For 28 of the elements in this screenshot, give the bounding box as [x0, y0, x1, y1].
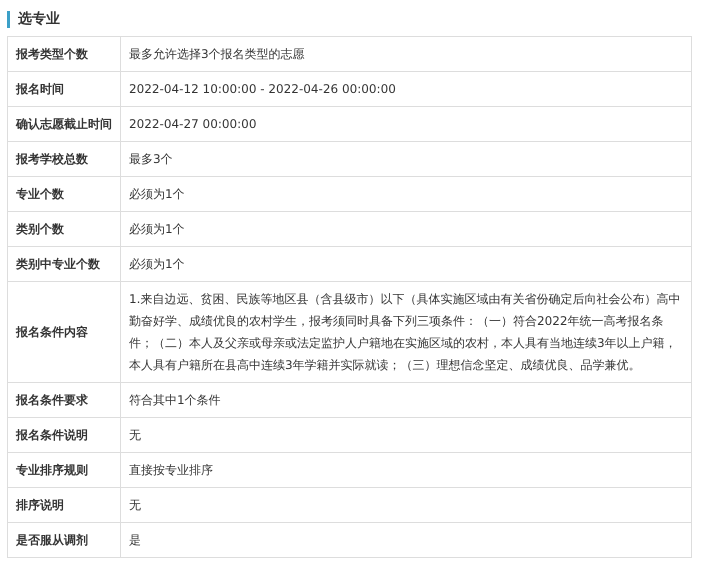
field-label: 报考类型个数 — [8, 36, 120, 72]
field-label: 报名条件要求 — [8, 382, 120, 418]
field-value: 2022-04-12 10:00:00 - 2022-04-26 00:00:00 — [120, 72, 692, 106]
field-label: 类别中专业个数 — [8, 246, 120, 282]
field-label: 是否服从调剂 — [8, 522, 120, 558]
field-label: 报考学校总数 — [8, 142, 120, 176]
section-title: 选专业 — [18, 10, 60, 29]
field-value: 符合其中1个条件 — [120, 382, 692, 418]
field-value: 是 — [120, 522, 692, 558]
field-value: 最多3个 — [120, 142, 692, 176]
field-label: 报名条件说明 — [8, 418, 120, 452]
field-label: 专业个数 — [8, 176, 120, 212]
field-label: 确认志愿截止时间 — [8, 106, 120, 142]
field-value: 无 — [120, 488, 692, 522]
field-value: 2022-04-27 00:00:00 — [120, 106, 692, 142]
field-label: 类别个数 — [8, 212, 120, 246]
field-value: 必须为1个 — [120, 212, 692, 246]
field-value: 1.来自边远、贫困、民族等地区县（含县级市）以下（具体实施区域由有关省份确定后向社会公布）高中勤奋好学、成绩优良的农村学生，报考须同时具备下列三项条件：（一）符合2022年统一高考报名条件；（二）本人及父亲或母亲或法定监护人户籍地在实施区域的农村，本人具有当地连续3年以上户籍，本人具有户籍所在县高中连续3年学籍并实际就读；（三）理想信念坚定、成绩优良、品学兼优。 — [120, 282, 692, 382]
field-value: 无 — [120, 418, 692, 452]
field-label: 排序说明 — [8, 488, 120, 522]
field-value: 必须为1个 — [120, 246, 692, 282]
field-label: 报名条件内容 — [8, 282, 120, 382]
field-label: 专业排序规则 — [8, 452, 120, 488]
field-value: 最多允许选择3个报名类型的志愿 — [120, 36, 692, 72]
field-label: 报名时间 — [8, 72, 120, 106]
accent-bar — [7, 10, 10, 28]
field-value: 直接按专业排序 — [120, 452, 692, 488]
field-value: 必须为1个 — [120, 176, 692, 212]
